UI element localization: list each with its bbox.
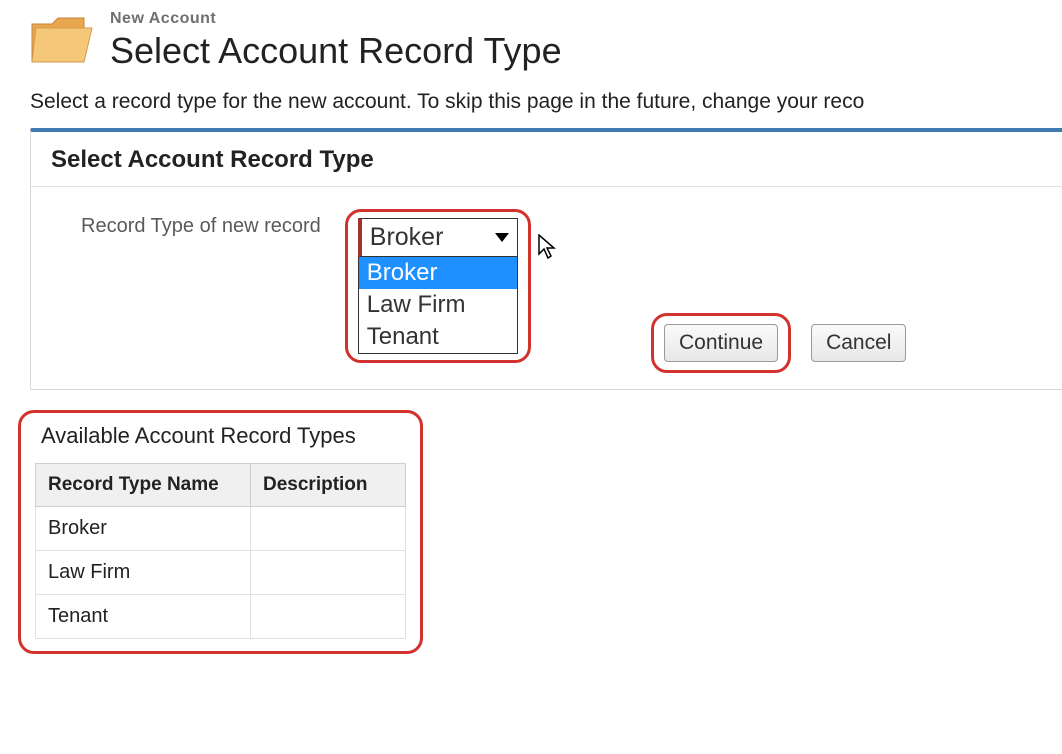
col-desc: Description (251, 464, 406, 507)
folder-icon (30, 10, 94, 70)
option-tenant[interactable]: Tenant (359, 321, 517, 353)
cell-desc (251, 595, 406, 639)
available-heading: Available Account Record Types (41, 423, 406, 449)
cell-name: Tenant (36, 595, 251, 639)
record-type-options: Broker Law Firm Tenant (358, 257, 518, 354)
col-name: Record Type Name (36, 464, 251, 507)
option-broker[interactable]: Broker (359, 257, 517, 289)
available-highlight: Available Account Record Types Record Ty… (18, 410, 423, 654)
table-row: Law Firm (36, 551, 406, 595)
intro-text: Select a record type for the new account… (30, 90, 1062, 114)
record-type-label: Record Type of new record (81, 209, 321, 238)
page-title: Select Account Record Type (110, 30, 562, 72)
table-row: Broker (36, 507, 406, 551)
dropdown-highlight: Broker Broker Law Firm Tenant (345, 209, 531, 363)
select-panel: Select Account Record Type Record Type o… (30, 128, 1062, 390)
cell-name: Law Firm (36, 551, 251, 595)
breadcrumb: New Account (110, 10, 562, 28)
cell-desc (251, 551, 406, 595)
panel-heading: Select Account Record Type (51, 146, 1057, 174)
cell-desc (251, 507, 406, 551)
option-law-firm[interactable]: Law Firm (359, 289, 517, 321)
panel-heading-bar: Select Account Record Type (31, 132, 1062, 187)
page-header: New Account Select Account Record Type (30, 10, 1062, 72)
available-table: Record Type Name Description Broker Law … (35, 463, 406, 639)
record-type-select[interactable]: Broker (358, 218, 518, 257)
cursor-icon (538, 234, 558, 265)
table-row: Tenant (36, 595, 406, 639)
cell-name: Broker (36, 507, 251, 551)
